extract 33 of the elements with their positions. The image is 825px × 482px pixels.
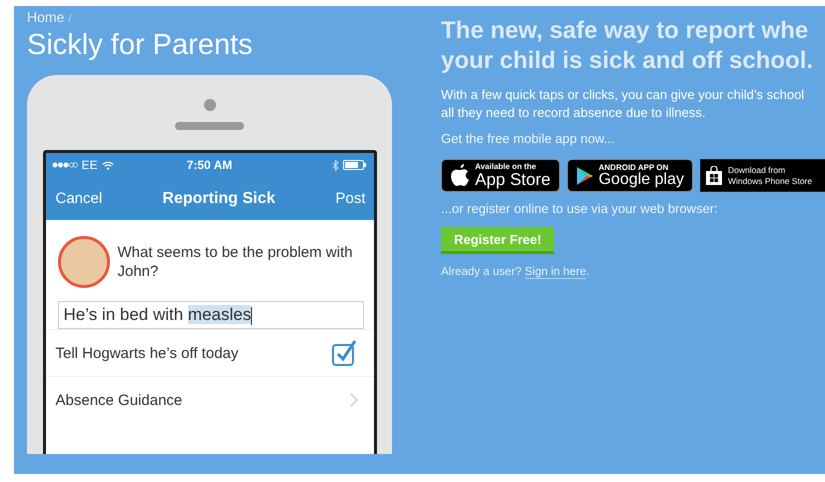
speaker-grille — [175, 122, 244, 130]
bluetooth-icon — [332, 160, 340, 170]
checkbox[interactable] — [332, 340, 358, 366]
avatar-photo-placeholder — [58, 236, 110, 288]
store-bag-icon — [705, 166, 723, 186]
page-title: Sickly for Parents — [27, 28, 254, 63]
breadcrumb-separator: / — [68, 13, 72, 25]
signal-icon — [52, 162, 78, 168]
store-badge[interactable]: Download from Windows Phone Store — [700, 159, 825, 192]
row-label: Absence Guidance — [56, 392, 182, 408]
store-badge[interactable]: ANDROID APP ON Google play — [566, 159, 693, 192]
wifi-icon — [102, 160, 114, 170]
carrier-name: EE — [82, 158, 98, 172]
camera-icon — [204, 99, 216, 111]
register-prompt: ...or register online to use via your web browser: — [441, 201, 719, 216]
list-row[interactable]: Absence Guidance — [46, 376, 374, 423]
cancel-button[interactable]: Cancel — [56, 190, 102, 207]
question-text: What seems to be the problem with John? — [118, 243, 354, 281]
answer-field[interactable]: He’s in bed with measles — [58, 301, 364, 329]
row-label: Tell Hogwarts he’s off today — [56, 344, 238, 362]
post-button[interactable]: Post — [335, 190, 366, 207]
apple-icon — [450, 164, 470, 188]
intro-text: With a few quick taps or clicks, you can give your child’s school all they need to record absence due to illness. — [441, 86, 806, 122]
headline: The new, safe way to report whe your child is sick and off school. — [441, 16, 814, 76]
signin-text: Already a user? Sign in here. — [441, 266, 590, 278]
store-badge[interactable]: Available on the App Store — [441, 159, 560, 192]
play-triangle-icon — [576, 166, 594, 186]
checkbox-row[interactable]: Tell Hogwarts he’s off today — [46, 329, 374, 376]
chevron-right-icon — [350, 393, 358, 407]
app-prompt: Get the free mobile app now... — [441, 131, 616, 146]
nav-title: Reporting Sick — [162, 190, 276, 208]
status-time: 7:50 AM — [186, 158, 232, 172]
battery-icon — [343, 160, 368, 170]
